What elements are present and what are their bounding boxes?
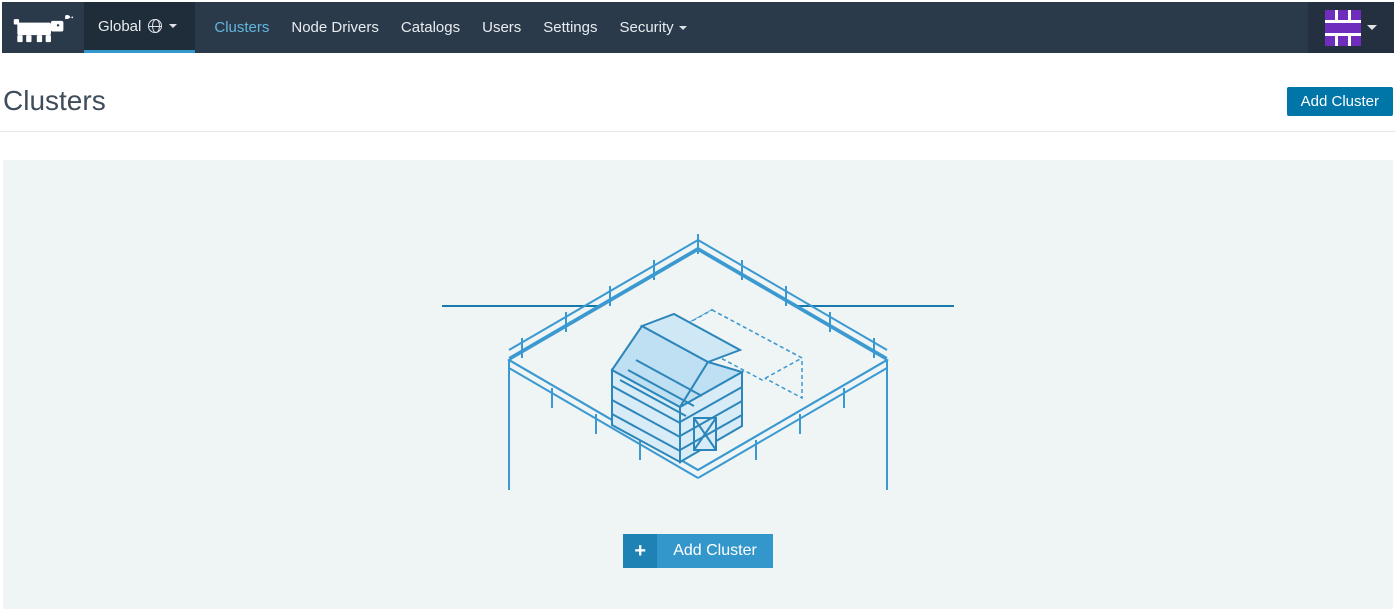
add-cluster-center-label: Add Cluster bbox=[657, 534, 773, 568]
globe-icon bbox=[148, 19, 162, 33]
empty-state-illustration bbox=[442, 210, 954, 490]
page-header: Clusters Add Cluster bbox=[0, 55, 1396, 132]
add-cluster-button[interactable]: Add Cluster bbox=[1287, 87, 1393, 116]
brand-logo[interactable] bbox=[2, 2, 84, 53]
nav-settings[interactable]: Settings bbox=[532, 2, 608, 53]
nav-item-label: Clusters bbox=[214, 19, 269, 36]
topbar: Global Clusters Node Drivers Catalogs Us… bbox=[2, 2, 1394, 53]
empty-state: + Add Cluster bbox=[3, 160, 1393, 609]
nav-node-drivers[interactable]: Node Drivers bbox=[280, 2, 390, 53]
user-menu[interactable] bbox=[1308, 2, 1394, 53]
chevron-down-icon bbox=[679, 26, 687, 30]
spacer bbox=[698, 2, 1308, 53]
add-cluster-center-button[interactable]: + Add Cluster bbox=[623, 534, 773, 568]
nav-item-label: Catalogs bbox=[401, 19, 460, 36]
plus-icon: + bbox=[623, 534, 657, 568]
chevron-down-icon bbox=[169, 24, 177, 28]
nav-item-label: Settings bbox=[543, 19, 597, 36]
nav-item-label: Users bbox=[482, 19, 521, 36]
nav-security[interactable]: Security bbox=[608, 2, 697, 53]
page-title: Clusters bbox=[3, 85, 106, 117]
nav-clusters[interactable]: Clusters bbox=[203, 2, 280, 53]
nav-users[interactable]: Users bbox=[471, 2, 532, 53]
scope-label: Global bbox=[98, 18, 141, 35]
chevron-down-icon bbox=[1367, 25, 1377, 30]
nav-catalogs[interactable]: Catalogs bbox=[390, 2, 471, 53]
nav-items: Clusters Node Drivers Catalogs Users Set… bbox=[203, 2, 697, 53]
avatar bbox=[1325, 10, 1361, 46]
scope-selector[interactable]: Global bbox=[84, 2, 195, 53]
nav-item-label: Node Drivers bbox=[291, 19, 379, 36]
nav-item-label: Security bbox=[619, 19, 673, 36]
